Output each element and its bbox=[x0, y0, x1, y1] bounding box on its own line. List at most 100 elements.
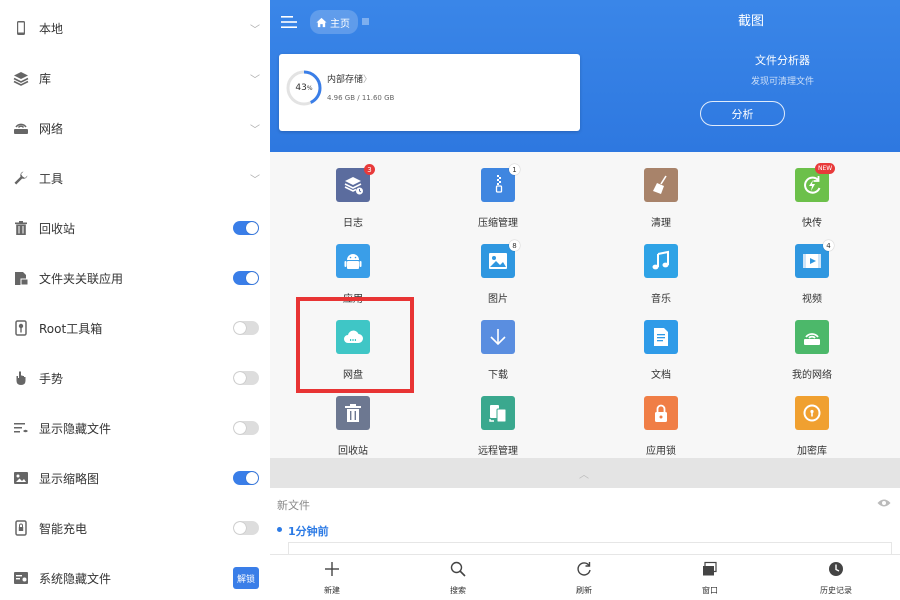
hidden-list-icon bbox=[12, 419, 30, 437]
battery-lock-icon bbox=[12, 519, 30, 537]
folder-app-icon bbox=[12, 269, 30, 287]
folder-apps-toggle[interactable] bbox=[233, 271, 259, 285]
menu-icon[interactable] bbox=[281, 14, 297, 30]
tile-label: 下载 bbox=[488, 370, 508, 381]
analyze-button[interactable]: 分析 bbox=[700, 101, 785, 126]
internal-storage-card[interactable]: 43% 内部存储〉 4.96 GB / 11.60 GB bbox=[279, 54, 580, 131]
sidebar-item-tools[interactable]: 工具 ﹀ bbox=[0, 153, 270, 203]
sidebar-item-label: 显示隐藏文件 bbox=[39, 421, 112, 436]
tile-app-lock[interactable]: 应用锁 bbox=[601, 380, 721, 457]
refresh-button[interactable]: 刷新 bbox=[544, 555, 624, 600]
breadcrumb-tail bbox=[362, 18, 369, 25]
tile-vault[interactable]: 加密库 bbox=[752, 380, 872, 457]
tile-download[interactable]: 下载 bbox=[438, 304, 558, 381]
tile-label: 加密库 bbox=[797, 446, 827, 457]
sidebar-item-thumbnails[interactable]: 显示缩略图 bbox=[0, 453, 270, 503]
router-icon bbox=[12, 119, 30, 137]
show-hidden-toggle[interactable] bbox=[233, 421, 259, 435]
sidebar: 本地 ﹀ 库 ﹀ 网络 ﹀ 工具 ﹀ 回收站 文件夹关联应用 Root工具箱 手… bbox=[0, 0, 270, 600]
breadcrumb-home[interactable]: 主页 bbox=[310, 10, 358, 34]
analyzer-title: 文件分析器 bbox=[755, 54, 810, 67]
sidebar-item-recycle-bin[interactable]: 回收站 bbox=[0, 203, 270, 253]
system-file-icon bbox=[12, 569, 30, 587]
tile-label: 音乐 bbox=[651, 294, 671, 305]
window-icon bbox=[703, 561, 717, 576]
tile-zip[interactable]: 1 压缩管理 bbox=[438, 152, 558, 229]
tile-broom[interactable]: 清理 bbox=[601, 152, 721, 229]
sidebar-item-folder-apps[interactable]: 文件夹关联应用 bbox=[0, 253, 270, 303]
gestures-toggle[interactable] bbox=[233, 371, 259, 385]
sidebar-item-system-hidden[interactable]: 系统隐藏文件 解锁 bbox=[0, 553, 270, 600]
music-icon bbox=[644, 244, 678, 278]
sidebar-item-smart-charge[interactable]: 智能充电 bbox=[0, 503, 270, 553]
thumbnails-toggle[interactable] bbox=[233, 471, 259, 485]
time-group-label: 1分钟前 bbox=[288, 525, 329, 538]
sidebar-item-root-toolbox[interactable]: Root工具箱 bbox=[0, 303, 270, 353]
tile-video[interactable]: 4 视频 bbox=[752, 228, 872, 305]
search-button[interactable]: 搜索 bbox=[418, 555, 498, 600]
wrench-icon bbox=[12, 169, 30, 187]
tile-image[interactable]: 8 图片 bbox=[438, 228, 558, 305]
tile-remote[interactable]: 远程管理 bbox=[438, 380, 558, 457]
header-title: 截图 bbox=[738, 14, 765, 29]
count-badge: 8 bbox=[509, 240, 520, 251]
recycle-bin-toggle[interactable] bbox=[233, 221, 259, 235]
storage-percent-value: 43 bbox=[295, 83, 307, 93]
tile-document[interactable]: 文档 bbox=[601, 304, 721, 381]
count-badge: NEW bbox=[815, 163, 836, 174]
history-button[interactable]: 历史记录 bbox=[796, 555, 876, 600]
phone-icon bbox=[12, 19, 30, 37]
collapse-handle[interactable]: ︿ bbox=[270, 458, 900, 488]
refresh-label: 刷新 bbox=[576, 586, 592, 595]
tile-label: 图片 bbox=[488, 294, 508, 305]
hand-icon bbox=[12, 369, 30, 387]
tile-label: 远程管理 bbox=[478, 446, 518, 457]
smart-charge-toggle[interactable] bbox=[233, 521, 259, 535]
history-label: 历史记录 bbox=[820, 586, 852, 595]
layers-icon bbox=[12, 69, 30, 87]
tile-android[interactable]: 应用 bbox=[293, 228, 413, 305]
sidebar-item-label: 库 bbox=[39, 71, 52, 86]
window-label: 窗口 bbox=[702, 586, 718, 595]
refresh-icon bbox=[577, 562, 591, 576]
recent-file-card[interactable] bbox=[288, 542, 892, 554]
tile-network[interactable]: 我的网络 bbox=[752, 304, 872, 381]
category-grid: 3 日志 1 压缩管理 清理 NEW 快传 应用 8 图片 音乐 4 视频 网盘 下载 文档 我的网络 回收站 远程… bbox=[270, 152, 900, 458]
network-icon bbox=[795, 320, 829, 354]
recent-files-panel: 新文件 1分钟前 bbox=[270, 488, 900, 554]
unlock-button[interactable]: 解锁 bbox=[233, 567, 259, 589]
sidebar-item-network[interactable]: 网络 ﹀ bbox=[0, 103, 270, 153]
tile-log[interactable]: 3 日志 bbox=[293, 152, 413, 229]
timeline-dot bbox=[277, 527, 282, 532]
tile-label: 视频 bbox=[802, 294, 822, 305]
sidebar-item-library[interactable]: 库 ﹀ bbox=[0, 53, 270, 103]
sidebar-item-label: 显示缩略图 bbox=[39, 471, 100, 486]
new-button[interactable]: 新建 bbox=[292, 555, 372, 600]
tile-label: 应用锁 bbox=[646, 446, 676, 457]
recycle-bin-icon bbox=[336, 396, 370, 430]
tile-label: 回收站 bbox=[338, 446, 368, 457]
bottom-toolbar: 新建 搜索 刷新 窗口 历史记录 bbox=[270, 554, 900, 600]
breadcrumb-home-label: 主页 bbox=[330, 18, 350, 30]
storage-name: 内部存储〉 bbox=[327, 72, 372, 85]
eye-icon[interactable] bbox=[877, 498, 891, 508]
sidebar-item-local[interactable]: 本地 ﹀ bbox=[0, 3, 270, 53]
storage-percent-unit: % bbox=[306, 84, 313, 92]
sidebar-item-label: 手势 bbox=[39, 371, 64, 386]
tile-music[interactable]: 音乐 bbox=[601, 228, 721, 305]
window-button[interactable]: 窗口 bbox=[670, 555, 750, 600]
root-toolbox-toggle[interactable] bbox=[233, 321, 259, 335]
tile-label: 文档 bbox=[651, 370, 671, 381]
sidebar-item-gestures[interactable]: 手势 bbox=[0, 353, 270, 403]
plus-icon bbox=[325, 562, 339, 576]
tile-label: 压缩管理 bbox=[478, 218, 518, 229]
tile-quick-send[interactable]: NEW 快传 bbox=[752, 152, 872, 229]
sidebar-item-show-hidden[interactable]: 显示隐藏文件 bbox=[0, 403, 270, 453]
sidebar-item-label: Root工具箱 bbox=[39, 321, 103, 336]
storage-name-label: 内部存储 bbox=[327, 75, 364, 85]
thumbnail-icon bbox=[12, 469, 30, 487]
chevron-down-icon: ﹀ bbox=[250, 124, 260, 136]
sidebar-item-label: 网络 bbox=[39, 121, 64, 136]
broom-icon bbox=[644, 168, 678, 202]
root-icon bbox=[12, 319, 30, 337]
